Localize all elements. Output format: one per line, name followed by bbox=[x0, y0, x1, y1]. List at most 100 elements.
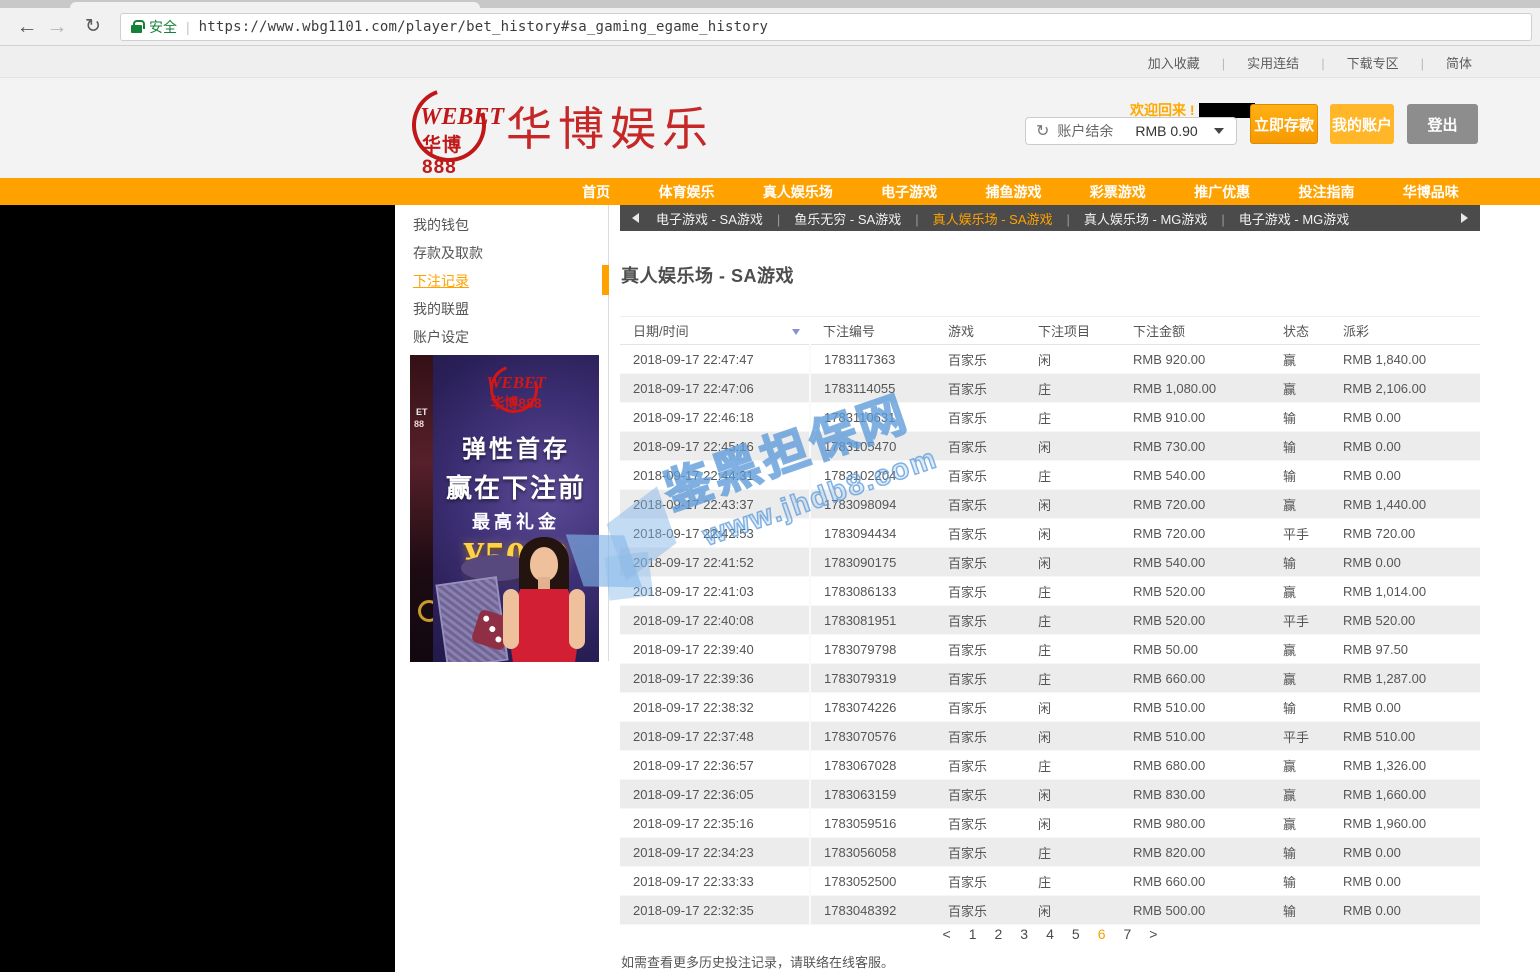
page-number[interactable]: 2 bbox=[995, 926, 1003, 942]
cell-bet-amount: RMB 680.00 bbox=[1120, 751, 1270, 780]
sidebar-item[interactable]: 账户设定 bbox=[395, 323, 610, 351]
bet-history-table: 日期/时间 下注编号 游戏 下注项目 下注金额 状态 派彩 2018-09-17… bbox=[620, 316, 1480, 925]
quick-link[interactable]: 下载专区 bbox=[1347, 53, 1446, 72]
table-row: 2018-09-17 22:41:52 1783090175 百家乐 闲 RMB… bbox=[620, 548, 1480, 577]
col-payout[interactable]: 派彩 bbox=[1330, 317, 1480, 345]
main-nav-item[interactable]: 体育娱乐 bbox=[658, 182, 714, 202]
cell-game: 百家乐 bbox=[935, 838, 1025, 867]
cell-bet-id: 1783052500 bbox=[810, 867, 935, 896]
tabs-scroll-right-icon[interactable] bbox=[1461, 213, 1468, 223]
cell-date: 2018-09-17 22:32:35 bbox=[620, 896, 810, 925]
game-tab[interactable]: 真人娱乐场 - MG游戏 bbox=[1084, 209, 1239, 228]
cell-payout: RMB 0.00 bbox=[1330, 896, 1480, 925]
main-nav-item[interactable]: 捕鱼游戏 bbox=[985, 182, 1041, 202]
col-game[interactable]: 游戏 bbox=[935, 317, 1025, 345]
sort-desc-icon[interactable] bbox=[792, 329, 800, 335]
tabs-scroll-left-icon[interactable] bbox=[632, 213, 639, 223]
browser-tabstrip bbox=[0, 0, 1540, 8]
cell-game: 百家乐 bbox=[935, 693, 1025, 722]
main-nav-item[interactable]: 推广优惠 bbox=[1194, 182, 1250, 202]
page-prev[interactable]: < bbox=[943, 926, 951, 942]
col-bet-id[interactable]: 下注编号 bbox=[810, 317, 935, 345]
cell-bet-id: 1783114055 bbox=[810, 374, 935, 403]
col-bet-amount[interactable]: 下注金额 bbox=[1120, 317, 1270, 345]
main-nav-item[interactable]: 投注指南 bbox=[1298, 182, 1354, 202]
col-bet-item[interactable]: 下注项目 bbox=[1025, 317, 1120, 345]
promo-banner[interactable]: ET 88 WEBET 华博888 弹性首存 赢在下注前 最高礼金 ¥5000 bbox=[410, 355, 599, 662]
cell-bet-id: 1783081951 bbox=[810, 606, 935, 635]
cell-bet-id: 1783090175 bbox=[810, 548, 935, 577]
previous-banner-edge: ET 88 bbox=[410, 355, 433, 662]
cell-date: 2018-09-17 22:39:36 bbox=[620, 664, 810, 693]
game-tab[interactable]: 电子游戏 - MG游戏 bbox=[1239, 209, 1350, 228]
cell-date: 2018-09-17 22:37:48 bbox=[620, 722, 810, 751]
table-row: 2018-09-17 22:36:57 1783067028 百家乐 庄 RMB… bbox=[620, 751, 1480, 780]
page-number[interactable]: 3 bbox=[1020, 926, 1028, 942]
cell-status: 输 bbox=[1270, 693, 1330, 722]
game-tab[interactable]: 电子游戏 - SA游戏 bbox=[656, 209, 794, 228]
main-nav-item[interactable]: 电子游戏 bbox=[881, 182, 937, 202]
cell-date: 2018-09-17 22:40:08 bbox=[620, 606, 810, 635]
url-field[interactable]: 安全 | https://www.wbg1101.com/player/bet_… bbox=[120, 13, 1532, 41]
main-nav-item[interactable]: 首页 bbox=[582, 182, 610, 202]
banner-line2: 赢在下注前 bbox=[433, 468, 599, 505]
cell-status: 赢 bbox=[1270, 635, 1330, 664]
balance-dropdown-icon[interactable] bbox=[1214, 128, 1224, 134]
cell-payout: RMB 97.50 bbox=[1330, 635, 1480, 664]
cell-bet-id: 1783048392 bbox=[810, 896, 935, 925]
quick-link[interactable]: 加入收藏 bbox=[1148, 53, 1247, 72]
cell-payout: RMB 1,960.00 bbox=[1330, 809, 1480, 838]
banner-line3: 最高礼金 bbox=[433, 508, 599, 534]
main-nav-item[interactable]: 彩票游戏 bbox=[1090, 182, 1146, 202]
pagination: <1 2 3 4 5 6 7 > bbox=[620, 926, 1480, 942]
quick-link[interactable]: 实用连结 bbox=[1247, 53, 1346, 72]
table-row: 2018-09-17 22:46:18 1783110631 百家乐 庄 RMB… bbox=[620, 403, 1480, 432]
cell-bet-id: 1783067028 bbox=[810, 751, 935, 780]
main-nav: 首页 体育娱乐 真人娱乐场 电子游戏 捕鱼游戏 彩票游戏 推广优惠 投注指南 华博品味 bbox=[0, 178, 1540, 205]
refresh-balance-icon[interactable]: ↻ bbox=[1036, 121, 1049, 141]
cell-date: 2018-09-17 22:47:06 bbox=[620, 374, 810, 403]
cell-status: 平手 bbox=[1270, 606, 1330, 635]
cell-bet-amount: RMB 540.00 bbox=[1120, 461, 1270, 490]
page-number[interactable]: 6 bbox=[1098, 926, 1106, 942]
page-number[interactable]: 7 bbox=[1123, 926, 1131, 942]
my-account-button[interactable]: 我的账户 bbox=[1330, 104, 1394, 144]
sidebar-item[interactable]: 我的钱包 bbox=[395, 211, 610, 239]
cell-date: 2018-09-17 22:46:18 bbox=[620, 403, 810, 432]
page-number[interactable]: 4 bbox=[1046, 926, 1054, 942]
cell-payout: RMB 0.00 bbox=[1330, 403, 1480, 432]
cell-bet-id: 1783074226 bbox=[810, 693, 935, 722]
col-date[interactable]: 日期/时间 bbox=[620, 317, 810, 345]
logout-button[interactable]: 登出 bbox=[1407, 104, 1478, 144]
game-tab[interactable]: 真人娱乐场 - SA游戏 bbox=[933, 209, 1084, 228]
browser-forward-icon[interactable]: → bbox=[44, 15, 70, 39]
cell-payout: RMB 520.00 bbox=[1330, 606, 1480, 635]
quick-link[interactable]: 简体 bbox=[1446, 53, 1472, 72]
page-number[interactable]: 1 bbox=[969, 926, 977, 942]
sidebar-item[interactable]: 存款及取款 bbox=[395, 239, 610, 267]
site-logo[interactable]: WEBET 华博888 华博娱乐 bbox=[408, 84, 714, 168]
cell-bet-amount: RMB 720.00 bbox=[1120, 519, 1270, 548]
cell-bet-amount: RMB 730.00 bbox=[1120, 432, 1270, 461]
cell-game: 百家乐 bbox=[935, 490, 1025, 519]
col-status[interactable]: 状态 bbox=[1270, 317, 1330, 345]
sidebar-item[interactable]: 我的联盟 bbox=[395, 295, 610, 323]
sidebar-item[interactable]: 下注记录 bbox=[395, 267, 610, 295]
table-row: 2018-09-17 22:36:05 1783063159 百家乐 闲 RMB… bbox=[620, 780, 1480, 809]
browser-reload-icon[interactable]: ↻ bbox=[80, 15, 106, 38]
cell-status: 平手 bbox=[1270, 722, 1330, 751]
deposit-button[interactable]: 立即存款 bbox=[1250, 104, 1318, 144]
browser-back-icon[interactable]: ← bbox=[14, 15, 40, 39]
cell-status: 赢 bbox=[1270, 577, 1330, 606]
table-row: 2018-09-17 22:47:47 1783117363 百家乐 闲 RMB… bbox=[620, 345, 1480, 374]
page-number[interactable]: 5 bbox=[1072, 926, 1080, 942]
page-next[interactable]: > bbox=[1149, 926, 1157, 942]
main-nav-item[interactable]: 真人娱乐场 bbox=[763, 182, 833, 202]
cell-date: 2018-09-17 22:47:47 bbox=[620, 345, 810, 374]
main-nav-item[interactable]: 华博品味 bbox=[1403, 182, 1459, 202]
cell-bet-amount: RMB 510.00 bbox=[1120, 722, 1270, 751]
game-tab[interactable]: 鱼乐无穷 - SA游戏 bbox=[794, 209, 932, 228]
cell-game: 百家乐 bbox=[935, 548, 1025, 577]
table-row: 2018-09-17 22:43:37 1783098094 百家乐 闲 RMB… bbox=[620, 490, 1480, 519]
cell-game: 百家乐 bbox=[935, 374, 1025, 403]
